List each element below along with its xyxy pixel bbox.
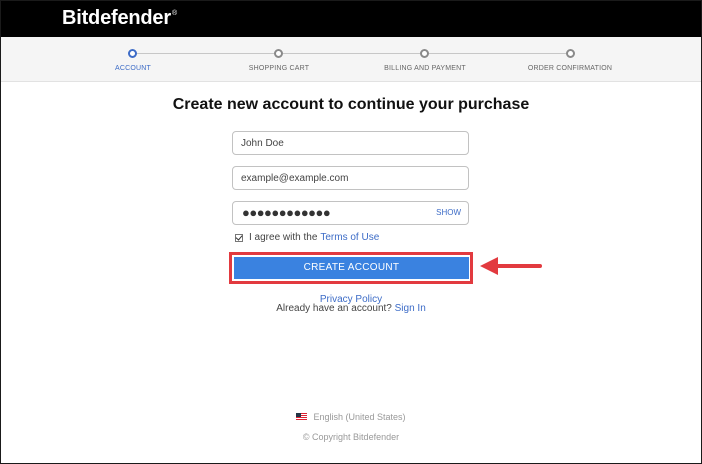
step-label-confirmation: ORDER CONFIRMATION xyxy=(527,65,613,72)
have-account-text: Already have an account? Sign In xyxy=(0,303,702,314)
language-label: English (United States) xyxy=(313,412,406,422)
name-field[interactable] xyxy=(232,131,469,155)
checkout-steps: ACCOUNT SHOPPING CART BILLING AND PAYMEN… xyxy=(1,37,701,82)
copyright-text: © Copyright Bitdefender xyxy=(302,432,400,442)
password-field[interactable]: ●●●●●●●●●●●● SHOW xyxy=(232,201,469,225)
email-field[interactable] xyxy=(232,166,469,190)
top-bar: Bitdefender® xyxy=(1,1,701,37)
bitdefender-logo[interactable]: Bitdefender® xyxy=(62,7,177,30)
step-track xyxy=(283,53,420,54)
language-selector[interactable]: English (United States) xyxy=(0,412,702,422)
step-dot-shopping-cart xyxy=(274,49,283,58)
email-input[interactable] xyxy=(233,167,468,189)
step-dot-billing xyxy=(420,49,429,58)
checkbox-icon[interactable] xyxy=(235,233,243,242)
step-track xyxy=(137,53,274,54)
show-password-button[interactable]: SHOW xyxy=(436,208,461,217)
step-label-account: ACCOUNT xyxy=(114,65,152,72)
us-flag-icon xyxy=(296,413,308,421)
terms-agreement: I agree with the Terms of Use xyxy=(235,232,379,243)
sign-in-link[interactable]: Sign In xyxy=(395,303,426,314)
step-dot-account xyxy=(128,49,137,58)
red-arrow-icon xyxy=(480,257,542,275)
have-account-label: Already have an account? xyxy=(276,303,392,314)
terms-of-use-link[interactable]: Terms of Use xyxy=(320,232,379,243)
agree-label: I agree with the xyxy=(249,232,318,243)
name-input[interactable] xyxy=(233,132,468,154)
step-dot-confirmation xyxy=(566,49,575,58)
create-account-button[interactable]: CREATE ACCOUNT xyxy=(234,257,469,279)
step-track xyxy=(429,53,566,54)
page-title: Create new account to continue your purc… xyxy=(172,96,530,113)
step-label-billing: BILLING AND PAYMENT xyxy=(384,65,466,72)
password-masked-value[interactable]: ●●●●●●●●●●●● xyxy=(242,205,331,220)
step-label-shopping-cart: SHOPPING CART xyxy=(248,65,310,72)
